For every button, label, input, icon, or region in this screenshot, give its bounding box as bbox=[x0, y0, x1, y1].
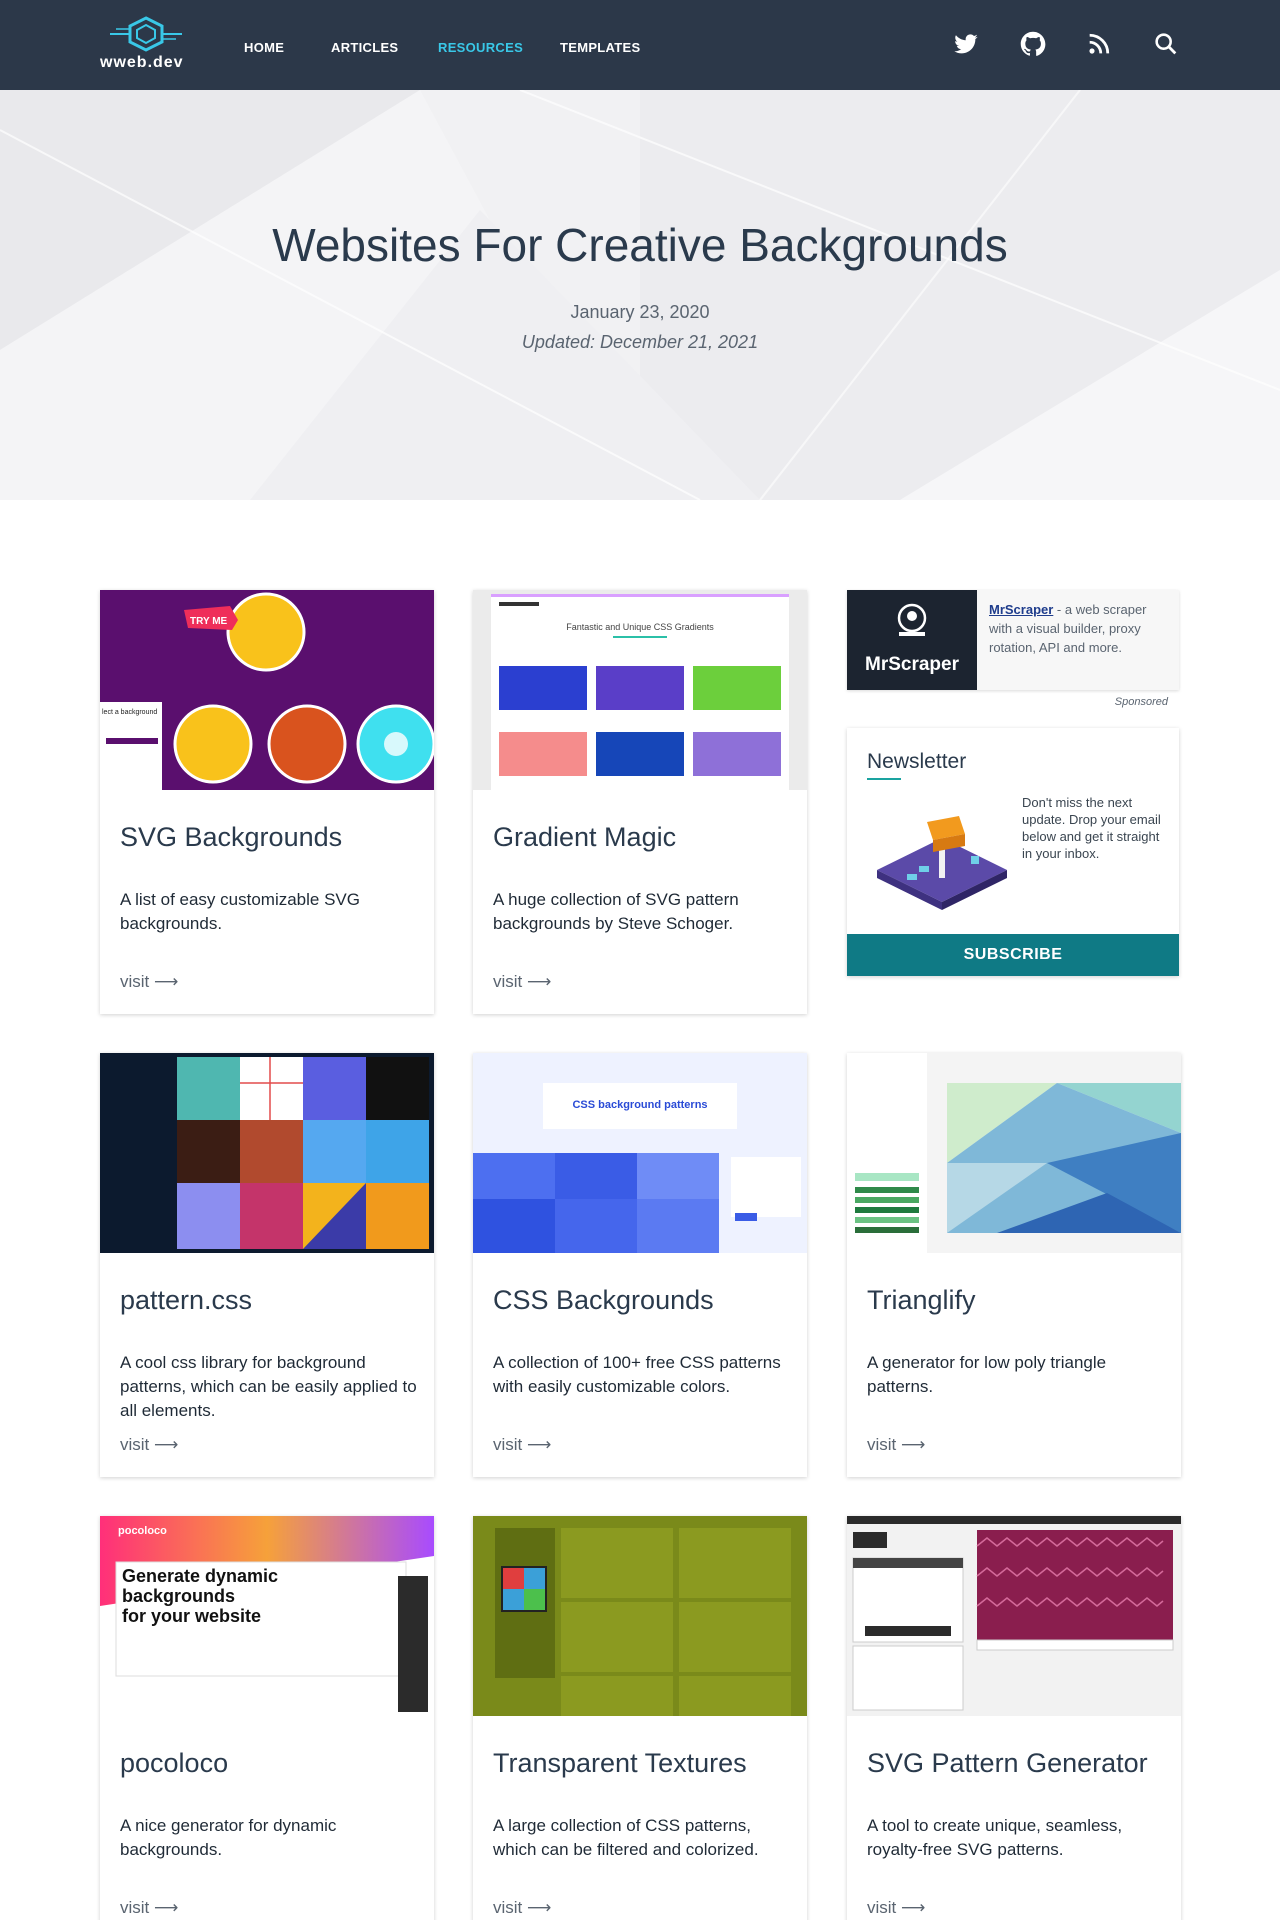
logo-icon bbox=[110, 16, 182, 52]
thumb-headline-1: Generate dynamic bbox=[122, 1566, 278, 1586]
sponsor-ad[interactable]: MrScraper MrScraper - a web scraper with… bbox=[847, 590, 1179, 690]
thumb-caption: lect a background bbox=[102, 709, 157, 716]
card-title: pocoloco bbox=[120, 1748, 229, 1778]
hero-banner: Websites For Creative Backgrounds Januar… bbox=[0, 90, 1280, 500]
thumb-headline-2: backgrounds bbox=[122, 1586, 235, 1606]
resource-card[interactable]: Trianglify A generator for low poly tria… bbox=[847, 1053, 1181, 1477]
card-title: SVG Backgrounds bbox=[120, 822, 343, 852]
rss-icon[interactable] bbox=[1085, 30, 1113, 58]
title-underline bbox=[867, 778, 901, 780]
card-title: CSS Backgrounds bbox=[493, 1285, 714, 1315]
card-description: A tool to create unique, seamless, royal… bbox=[867, 1816, 1123, 1859]
sponsored-label: Sponsored bbox=[1114, 696, 1168, 708]
github-icon[interactable] bbox=[1019, 30, 1047, 58]
thumb-brand: pocoloco bbox=[118, 1525, 167, 1537]
visit-link[interactable]: visit ⟶ bbox=[493, 1435, 551, 1455]
mailbox-illustration bbox=[867, 808, 1017, 918]
sponsor-logo-text: MrScraper bbox=[865, 654, 959, 675]
newsletter-text: Don't miss the next update. Drop your em… bbox=[1022, 795, 1161, 861]
visit-link[interactable]: visit ⟶ bbox=[867, 1898, 925, 1918]
card-thumbnail: CSS background patterns bbox=[473, 1053, 807, 1253]
search-icon[interactable] bbox=[1152, 30, 1180, 58]
resource-card[interactable]: pattern.css A cool css library for backg… bbox=[100, 1053, 434, 1477]
nav-articles[interactable]: ARTICLES bbox=[331, 40, 398, 55]
card-description: A nice generator for dynamic backgrounds… bbox=[120, 1816, 337, 1859]
card-thumbnail bbox=[473, 1516, 807, 1716]
updated-date: Updated: December 21, 2021 bbox=[521, 332, 759, 352]
top-navbar: wweb.dev HOME ARTICLES RESOURCES TEMPLAT… bbox=[0, 0, 1280, 90]
card-description: A list of easy customizable SVG backgrou… bbox=[120, 890, 360, 933]
visit-link[interactable]: visit ⟶ bbox=[120, 972, 178, 992]
visit-link[interactable]: visit ⟶ bbox=[120, 1435, 178, 1455]
card-description: A generator for low poly triangle patter… bbox=[867, 1353, 1107, 1396]
resource-card[interactable]: pocoloco Generate dynamic backgrounds fo… bbox=[100, 1516, 434, 1920]
sponsor-logo[interactable]: MrScraper bbox=[847, 590, 977, 690]
logo-text: wweb.dev bbox=[100, 54, 184, 71]
card-thumbnail bbox=[100, 1053, 434, 1253]
newsletter-title: Newsletter bbox=[867, 750, 967, 773]
hero-background-pattern bbox=[0, 90, 1280, 500]
thumb-heading: CSS background patterns bbox=[572, 1099, 707, 1111]
visit-link[interactable]: visit ⟶ bbox=[493, 972, 551, 992]
resource-card[interactable]: SVG Pattern Generator A tool to create u… bbox=[847, 1516, 1181, 1920]
card-description: A cool css library for background patter… bbox=[120, 1353, 417, 1420]
resource-card[interactable]: Fantastic and Unique CSS Gradients Gradi… bbox=[473, 590, 807, 1014]
publish-date: January 23, 2020 bbox=[570, 302, 710, 322]
card-thumbnail: Fantastic and Unique CSS Gradients bbox=[473, 590, 807, 790]
card-title: Gradient Magic bbox=[493, 822, 677, 852]
visit-link[interactable]: visit ⟶ bbox=[493, 1898, 551, 1918]
nav-templates[interactable]: TEMPLATES bbox=[560, 40, 640, 55]
visit-link[interactable]: visit ⟶ bbox=[120, 1898, 178, 1918]
site-logo[interactable]: wweb.dev bbox=[100, 14, 192, 76]
resource-card[interactable]: TRY ME lect a background SVG Backgrounds… bbox=[100, 590, 434, 1014]
card-thumbnail: TRY ME lect a background bbox=[100, 590, 434, 790]
card-title: SVG Pattern Generator bbox=[867, 1748, 1148, 1778]
card-thumbnail bbox=[847, 1516, 1181, 1716]
card-thumbnail bbox=[847, 1053, 1181, 1253]
card-title: Trianglify bbox=[867, 1285, 976, 1315]
card-description: A collection of 100+ free CSS patterns w… bbox=[493, 1353, 781, 1396]
robot-icon bbox=[897, 603, 927, 636]
nav-resources[interactable]: RESOURCES bbox=[438, 40, 523, 55]
resource-card[interactable]: CSS background patterns CSS Backgrounds … bbox=[473, 1053, 807, 1477]
card-description: A huge collection of SVG pattern backgro… bbox=[493, 890, 739, 933]
try-me-badge: TRY ME bbox=[190, 616, 228, 627]
sponsor-description: MrScraper - a web scraper with a visual … bbox=[989, 600, 1169, 657]
card-title: pattern.css bbox=[120, 1285, 253, 1315]
subscribe-button[interactable]: SUBSCRIBE bbox=[847, 934, 1179, 976]
visit-link[interactable]: visit ⟶ bbox=[867, 1435, 925, 1455]
twitter-icon[interactable] bbox=[952, 30, 980, 58]
card-thumbnail: pocoloco Generate dynamic backgrounds fo… bbox=[100, 1516, 434, 1716]
resource-card[interactable]: Transparent Textures A large collection … bbox=[473, 1516, 807, 1920]
thumb-heading: Fantastic and Unique CSS Gradients bbox=[566, 622, 714, 632]
sponsor-link[interactable]: MrScraper bbox=[989, 602, 1053, 617]
nav-home[interactable]: HOME bbox=[244, 40, 284, 55]
newsletter-box: Newsletter Don't miss the next update. D… bbox=[847, 728, 1179, 976]
page-title: Websites For Creative Backgrounds bbox=[272, 219, 1008, 271]
thumb-headline-3: for your website bbox=[122, 1606, 261, 1626]
card-description: A large collection of CSS patterns, whic… bbox=[493, 1816, 759, 1859]
card-title: Transparent Textures bbox=[493, 1748, 747, 1778]
